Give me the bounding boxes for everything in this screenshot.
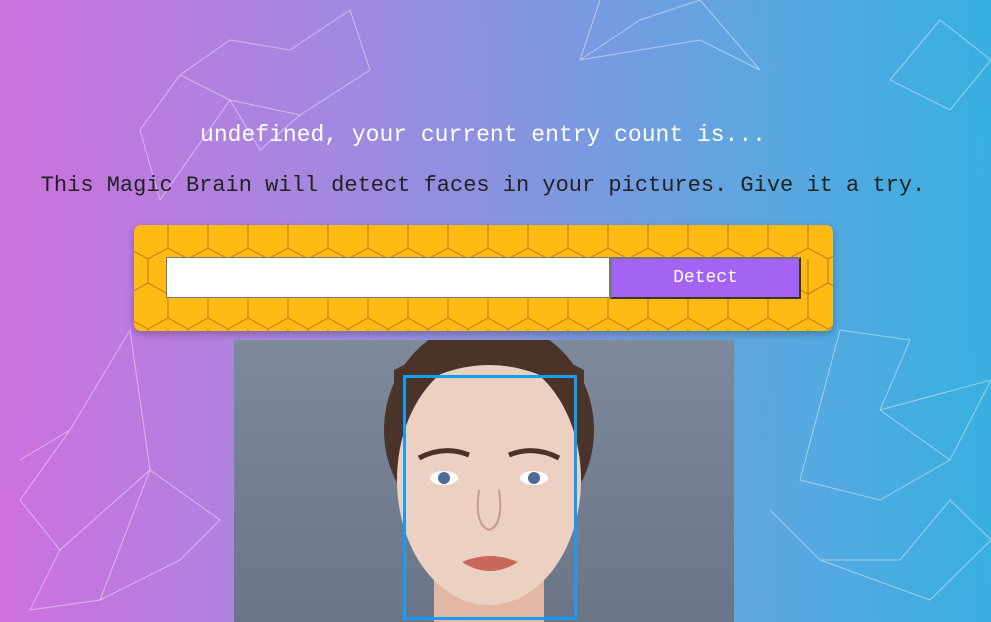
- image-link-form: Detect: [134, 225, 833, 331]
- image-url-input[interactable]: [166, 257, 610, 298]
- greeting-text: undefined, your current entry count is..…: [200, 122, 766, 148]
- face-bounding-box: [403, 375, 577, 620]
- detect-button[interactable]: Detect: [610, 257, 801, 299]
- description-text: This Magic Brain will detect faces in yo…: [40, 173, 926, 198]
